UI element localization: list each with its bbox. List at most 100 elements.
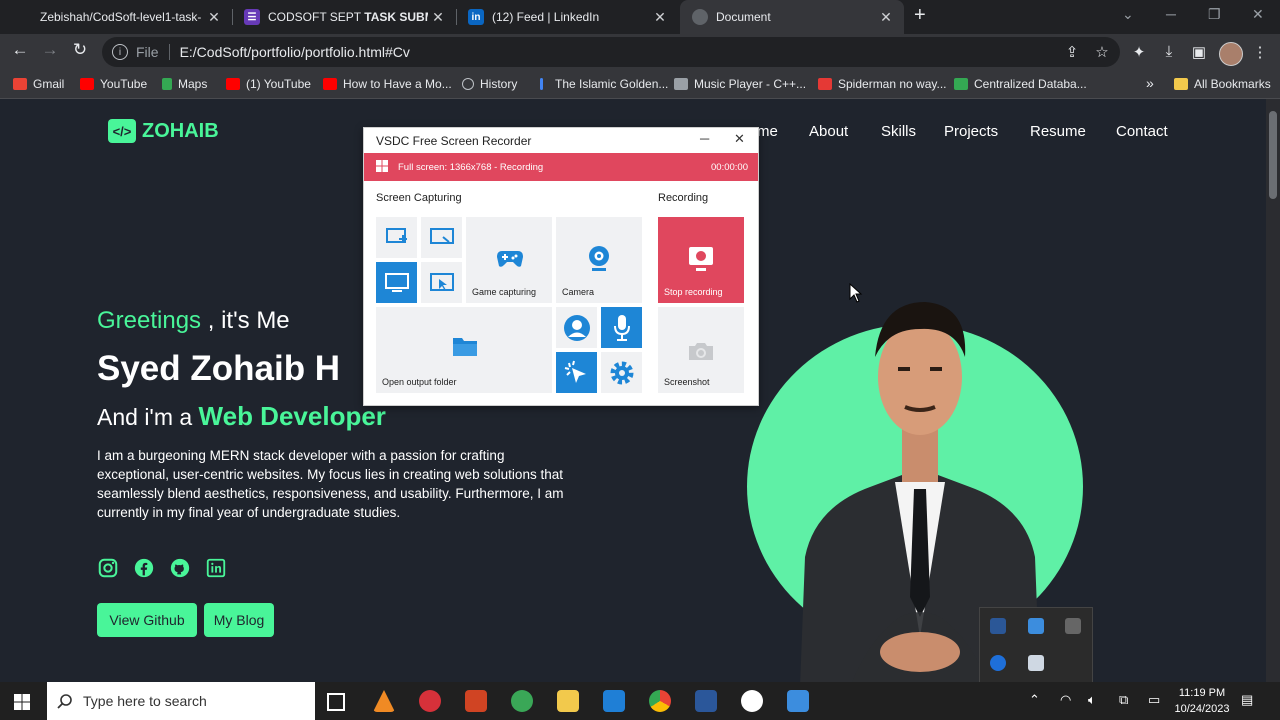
- object-capture-button[interactable]: [421, 262, 462, 303]
- bluetooth-icon[interactable]: [990, 655, 1006, 671]
- tray-app-icon[interactable]: [990, 618, 1006, 634]
- bookmark-islamic[interactable]: The Islamic Golden...: [540, 77, 668, 91]
- task-view-icon[interactable]: [327, 693, 345, 711]
- bookmark-youtube[interactable]: YouTube: [80, 77, 147, 91]
- bookmarks-overflow[interactable]: »: [1146, 75, 1154, 91]
- extensions-icon[interactable]: ✦: [1129, 43, 1149, 61]
- linkedin-icon[interactable]: [205, 557, 227, 579]
- chevron-down-icon[interactable]: ⌄: [1122, 6, 1134, 23]
- taskbar-search[interactable]: Type here to search: [47, 682, 315, 720]
- github-icon[interactable]: [169, 557, 191, 579]
- notifications-icon[interactable]: ▤: [1241, 692, 1253, 708]
- restore-icon[interactable]: ❐: [1208, 6, 1221, 23]
- globe-app-icon[interactable]: [511, 690, 533, 712]
- chevron-up-icon[interactable]: ⌃: [1029, 692, 1040, 708]
- section-screen-capturing: Screen Capturing: [376, 192, 462, 204]
- nav-contact[interactable]: Contact: [1116, 123, 1168, 140]
- tab-codsoft[interactable]: ☰ CODSOFT SEPT TASK SUBMISSI ✕: [232, 0, 456, 34]
- side-panel-icon[interactable]: ▣: [1189, 43, 1209, 61]
- close-icon[interactable]: ✕: [876, 9, 896, 26]
- page-scrollbar[interactable]: [1266, 99, 1280, 682]
- file-explorer-icon[interactable]: [557, 690, 579, 712]
- screen-recorder-icon[interactable]: [787, 690, 809, 712]
- open-output-folder-button[interactable]: Open output folder: [376, 307, 552, 393]
- region-capture-button[interactable]: [376, 217, 417, 258]
- bookmark-music-player[interactable]: Music Player - C++...: [674, 77, 806, 91]
- screenshot-button[interactable]: Screenshot: [658, 307, 744, 393]
- bookmark-gmail[interactable]: Gmail: [13, 77, 64, 91]
- youtube-icon: [226, 78, 240, 90]
- address-bar[interactable]: i File E:/CodSoft/portfolio/portfolio.ht…: [102, 37, 1120, 67]
- profile-avatar[interactable]: [1219, 42, 1243, 66]
- site-logo[interactable]: </> ZOHAIB: [108, 119, 219, 143]
- recorder-tray-icon[interactable]: [1028, 655, 1044, 671]
- bookmark-centralized[interactable]: Centralized Databa...: [954, 77, 1087, 91]
- powerpoint-icon[interactable]: [465, 690, 487, 712]
- tab-strip: Zebishah/CodSoft-level1-task- ✕ ☰ CODSOF…: [0, 0, 1280, 34]
- cursor-effects-button[interactable]: [556, 352, 597, 393]
- close-icon[interactable]: ✕: [204, 9, 224, 26]
- bookmark-maps[interactable]: Maps: [162, 77, 207, 91]
- close-icon[interactable]: ✕: [734, 131, 745, 147]
- reload-icon[interactable]: ↻: [68, 40, 92, 60]
- volume-icon[interactable]: 🔈︎: [1088, 692, 1096, 708]
- camera-button[interactable]: Camera: [556, 217, 642, 303]
- close-icon[interactable]: ✕: [428, 9, 448, 26]
- minimize-icon[interactable]: ─: [1166, 6, 1176, 22]
- word-icon[interactable]: [695, 690, 717, 712]
- tray-overflow-flyout: [979, 607, 1093, 684]
- scrollbar-thumb[interactable]: [1269, 111, 1277, 199]
- facebook-icon[interactable]: [133, 557, 155, 579]
- battery-icon[interactable]: ▭: [1148, 692, 1160, 708]
- bookmark-spiderman[interactable]: Spiderman no way...: [818, 77, 947, 91]
- url-text[interactable]: E:/CodSoft/portfolio/portfolio.html#Cv: [180, 44, 410, 60]
- nav-skills[interactable]: Skills: [881, 123, 916, 140]
- stop-recording-button[interactable]: Stop recording: [658, 217, 744, 303]
- tab-github[interactable]: Zebishah/CodSoft-level1-task- ✕: [28, 0, 232, 34]
- my-blog-button[interactable]: My Blog: [204, 603, 274, 637]
- devcpp-icon[interactable]: [419, 690, 441, 712]
- bookmark-youtube-1[interactable]: (1) YouTube: [226, 77, 311, 91]
- all-bookmarks[interactable]: All Bookmarks: [1174, 77, 1271, 91]
- instagram-icon[interactable]: [97, 557, 119, 579]
- back-icon[interactable]: ←: [8, 40, 32, 60]
- gamepad-icon: [497, 251, 523, 267]
- new-tab-button[interactable]: +: [914, 4, 926, 27]
- taskbar-clock[interactable]: 11:19 PM 10/24/2023: [1172, 685, 1232, 717]
- chrome-icon[interactable]: [649, 690, 671, 712]
- user-button[interactable]: [556, 307, 597, 348]
- close-icon[interactable]: ✕: [650, 9, 670, 26]
- window-capture-button[interactable]: [421, 217, 462, 258]
- tray-app-icon[interactable]: [1028, 618, 1044, 634]
- windows-start-icon[interactable]: [14, 694, 30, 710]
- close-window-icon[interactable]: ✕: [1252, 6, 1264, 23]
- forward-icon[interactable]: →: [38, 40, 62, 60]
- star-icon[interactable]: ☆: [1092, 43, 1112, 61]
- network-icon[interactable]: ⧉: [1119, 692, 1128, 708]
- nav-home[interactable]: me: [757, 123, 778, 140]
- fullscreen-capture-button[interactable]: [376, 262, 417, 303]
- tray-app-icon[interactable]: [1065, 618, 1081, 634]
- bookmark-how-to[interactable]: How to Have a Mo...: [323, 77, 452, 91]
- bookmark-history[interactable]: History: [462, 77, 517, 91]
- windows-icon: [376, 160, 388, 172]
- nav-about[interactable]: About: [809, 123, 848, 140]
- nav-projects[interactable]: Projects: [944, 123, 998, 140]
- vscode-icon[interactable]: [603, 690, 625, 712]
- media-player-icon[interactable]: [741, 690, 763, 712]
- share-icon[interactable]: ⇪: [1062, 43, 1082, 61]
- vlc-icon[interactable]: [373, 690, 395, 712]
- recorder-window[interactable]: VSDC Free Screen Recorder ─ ✕ Full scree…: [363, 127, 759, 406]
- minimize-icon[interactable]: ─: [700, 131, 709, 146]
- game-capturing-button[interactable]: Game capturing: [466, 217, 552, 303]
- wifi-icon[interactable]: ◠: [1060, 692, 1071, 708]
- tab-linkedin[interactable]: in (12) Feed | LinkedIn ✕: [456, 0, 678, 34]
- tab-document[interactable]: Document ✕: [680, 0, 904, 34]
- view-github-button[interactable]: View Github: [97, 603, 197, 637]
- microphone-button[interactable]: [601, 307, 642, 348]
- settings-button[interactable]: [601, 352, 642, 393]
- info-icon[interactable]: i: [112, 44, 128, 60]
- nav-resume[interactable]: Resume: [1030, 123, 1086, 140]
- menu-icon[interactable]: ⋮: [1250, 43, 1270, 61]
- download-icon[interactable]: ⤓: [1159, 43, 1179, 60]
